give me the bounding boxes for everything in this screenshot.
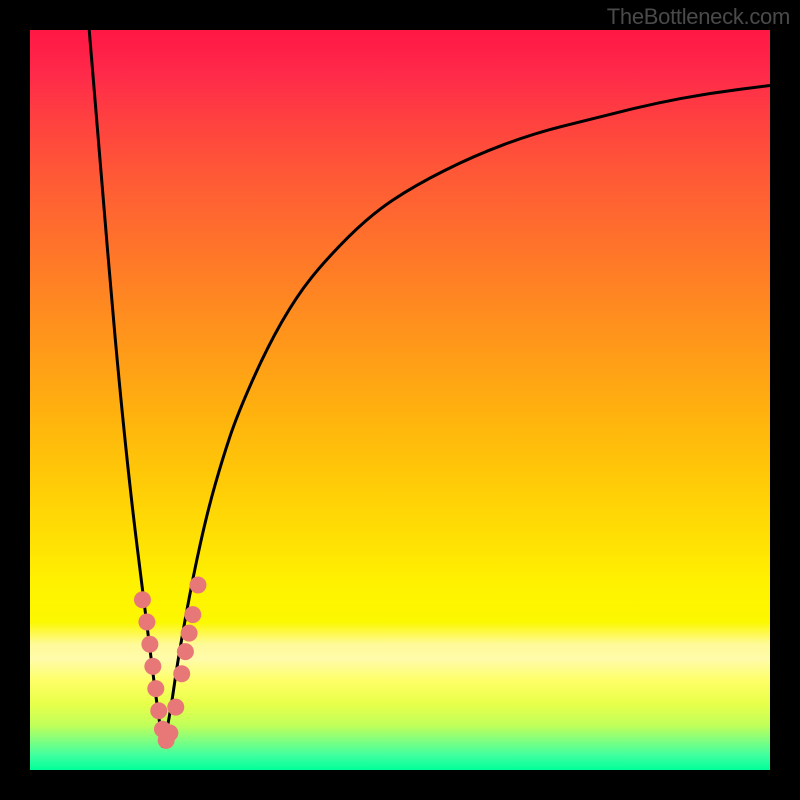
marker-dot: [144, 658, 161, 675]
curve-right-branch: [163, 86, 770, 748]
marker-dot: [181, 625, 198, 642]
marker-dot: [161, 725, 178, 742]
marker-dot: [177, 643, 194, 660]
watermark-text: TheBottleneck.com: [607, 4, 790, 30]
marker-dot: [173, 665, 190, 682]
marker-dots: [134, 577, 206, 749]
marker-dot: [141, 636, 158, 653]
marker-dot: [138, 614, 155, 631]
marker-dot: [147, 680, 164, 697]
marker-dot: [189, 577, 206, 594]
curve-svg: [30, 30, 770, 770]
marker-dot: [134, 591, 151, 608]
chart-container: TheBottleneck.com: [0, 0, 800, 800]
marker-dot: [150, 702, 167, 719]
marker-dot: [184, 606, 201, 623]
plot-area: [30, 30, 770, 770]
marker-dot: [167, 699, 184, 716]
